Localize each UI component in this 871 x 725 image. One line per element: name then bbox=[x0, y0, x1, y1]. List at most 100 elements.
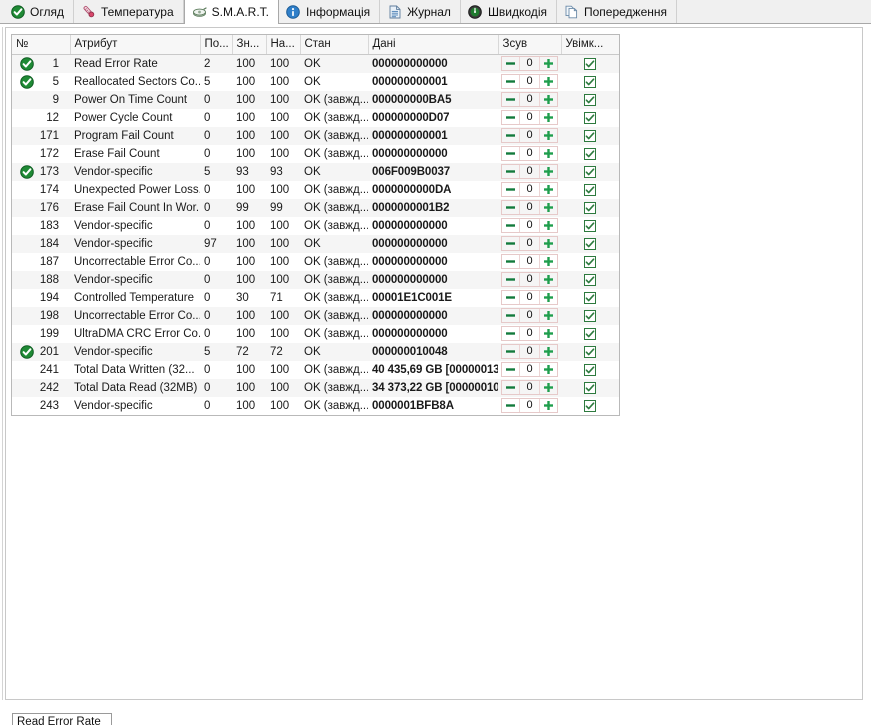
cell-enabled[interactable] bbox=[561, 162, 619, 181]
column-header-attr[interactable]: Атрибут bbox=[70, 35, 201, 55]
enabled-checkbox[interactable] bbox=[584, 291, 596, 304]
offset-increment-button[interactable] bbox=[540, 201, 557, 214]
offset-increment-button[interactable] bbox=[540, 327, 557, 340]
cell-offset[interactable]: 0 bbox=[498, 73, 561, 91]
offset-increment-button[interactable] bbox=[540, 93, 557, 106]
table-row[interactable]: 187 Uncorrectable Error Co... 0 100 100 OK (з… bbox=[12, 253, 619, 271]
cell-offset[interactable]: 0 bbox=[498, 234, 561, 253]
cell-offset[interactable]: 0 bbox=[498, 109, 561, 127]
offset-decrement-button[interactable] bbox=[502, 57, 519, 70]
enabled-checkbox[interactable] bbox=[584, 93, 596, 106]
column-header-num[interactable]: № bbox=[12, 35, 71, 55]
enabled-checkbox[interactable] bbox=[584, 399, 596, 412]
cell-offset[interactable]: 0 bbox=[498, 342, 561, 361]
table-row[interactable]: 12 Power Cycle Count 0 100 100 OK (завжд... 00… bbox=[12, 109, 619, 127]
offset-decrement-button[interactable] bbox=[502, 147, 519, 160]
offset-decrement-button[interactable] bbox=[502, 273, 519, 286]
cell-enabled[interactable] bbox=[561, 397, 619, 415]
table-row[interactable]: 183 Vendor-specific 0 100 100 OK (завжд... 000… bbox=[12, 217, 619, 235]
cell-offset[interactable]: 0 bbox=[498, 306, 561, 325]
tab-s-m-a-r-t[interactable]: S.M.A.R.T. bbox=[183, 0, 279, 24]
table-row[interactable]: 176 Erase Fail Count In Wor... 0 99 99 OK (за… bbox=[12, 198, 619, 217]
offset-decrement-button[interactable] bbox=[502, 363, 519, 376]
cell-enabled[interactable] bbox=[561, 342, 619, 361]
offset-decrement-button[interactable] bbox=[502, 75, 519, 88]
enabled-checkbox[interactable] bbox=[584, 327, 596, 340]
enabled-checkbox[interactable] bbox=[584, 201, 596, 214]
column-header-stan[interactable]: Стан bbox=[300, 35, 369, 55]
offset-increment-button[interactable] bbox=[540, 255, 557, 268]
offset-increment-button[interactable] bbox=[540, 309, 557, 322]
table-row[interactable]: 241 Total Data Written (32... 0 100 100 OK (з… bbox=[12, 361, 619, 379]
offset-decrement-button[interactable] bbox=[502, 129, 519, 142]
cell-enabled[interactable] bbox=[561, 378, 619, 397]
tab-журнал[interactable]: Журнал bbox=[380, 0, 461, 23]
offset-decrement-button[interactable] bbox=[502, 111, 519, 124]
offset-increment-button[interactable] bbox=[540, 237, 557, 250]
enabled-checkbox[interactable] bbox=[584, 183, 596, 196]
cell-enabled[interactable] bbox=[561, 306, 619, 325]
offset-increment-button[interactable] bbox=[540, 111, 557, 124]
column-header-po[interactable]: По... bbox=[200, 35, 233, 55]
table-row[interactable]: 242 Total Data Read (32MB) 0 100 100 OK (завж… bbox=[12, 378, 619, 397]
enabled-checkbox[interactable] bbox=[584, 273, 596, 286]
cell-enabled[interactable] bbox=[561, 126, 619, 145]
cell-offset[interactable]: 0 bbox=[498, 126, 561, 145]
cell-offset[interactable]: 0 bbox=[498, 289, 561, 307]
table-row[interactable]: 188 Vendor-specific 0 100 100 OK (завжд... 000… bbox=[12, 270, 619, 289]
enabled-checkbox[interactable] bbox=[584, 111, 596, 124]
offset-increment-button[interactable] bbox=[540, 57, 557, 70]
offset-increment-button[interactable] bbox=[540, 291, 557, 304]
offset-decrement-button[interactable] bbox=[502, 219, 519, 232]
offset-decrement-button[interactable] bbox=[502, 381, 519, 394]
column-header-zsuv[interactable]: Зсув bbox=[498, 35, 562, 55]
tab-температура[interactable]: Температура bbox=[73, 0, 184, 23]
offset-increment-button[interactable] bbox=[540, 273, 557, 286]
offset-increment-button[interactable] bbox=[540, 381, 557, 394]
cell-enabled[interactable] bbox=[561, 217, 619, 235]
enabled-checkbox[interactable] bbox=[584, 309, 596, 322]
offset-decrement-button[interactable] bbox=[502, 165, 519, 178]
tab-огляд[interactable]: Огляд bbox=[3, 0, 74, 23]
cell-enabled[interactable] bbox=[561, 361, 619, 379]
cell-enabled[interactable] bbox=[561, 181, 619, 199]
offset-increment-button[interactable] bbox=[540, 183, 557, 196]
table-row[interactable]: 243 Vendor-specific 0 100 100 OK (завжд... 000… bbox=[12, 397, 619, 415]
offset-decrement-button[interactable] bbox=[502, 255, 519, 268]
table-row[interactable]: 1 Read Error Rate 2 100 100 OK 000000000000 0 bbox=[12, 54, 619, 73]
table-row[interactable]: 172 Erase Fail Count 0 100 100 OK (завжд... 00… bbox=[12, 145, 619, 163]
offset-decrement-button[interactable] bbox=[502, 237, 519, 250]
cell-enabled[interactable] bbox=[561, 234, 619, 253]
table-row[interactable]: 173 Vendor-specific 5 93 93 OK 006F009B0037 0 bbox=[12, 162, 619, 181]
table-row[interactable]: 174 Unexpected Power Loss... 0 100 100 OK (за… bbox=[12, 181, 619, 199]
tab-інформація[interactable]: Інформація bbox=[278, 0, 381, 23]
cell-enabled[interactable] bbox=[561, 73, 619, 91]
offset-decrement-button[interactable] bbox=[502, 399, 519, 412]
cell-offset[interactable]: 0 bbox=[498, 361, 561, 379]
tab-швидкодія[interactable]: Швидкодія bbox=[460, 0, 557, 23]
cell-enabled[interactable] bbox=[561, 325, 619, 343]
table-row[interactable]: 184 Vendor-specific 97 100 100 OK 000000000000… bbox=[12, 234, 619, 253]
enabled-checkbox[interactable] bbox=[584, 345, 596, 358]
tab-попередження[interactable]: Попередження bbox=[556, 0, 677, 23]
cell-offset[interactable]: 0 bbox=[498, 54, 561, 73]
offset-increment-button[interactable] bbox=[540, 147, 557, 160]
offset-decrement-button[interactable] bbox=[502, 309, 519, 322]
cell-enabled[interactable] bbox=[561, 289, 619, 307]
offset-increment-button[interactable] bbox=[540, 399, 557, 412]
column-header-uvim[interactable]: Увімк... bbox=[561, 35, 619, 55]
table-row[interactable]: 198 Uncorrectable Error Co... 0 100 100 OK (з… bbox=[12, 306, 619, 325]
enabled-checkbox[interactable] bbox=[584, 237, 596, 250]
cell-offset[interactable]: 0 bbox=[498, 198, 561, 217]
table-row[interactable]: 5 Reallocated Sectors Co... 5 100 100 OK 00000… bbox=[12, 73, 619, 91]
offset-decrement-button[interactable] bbox=[502, 291, 519, 304]
cell-enabled[interactable] bbox=[561, 109, 619, 127]
cell-enabled[interactable] bbox=[561, 198, 619, 217]
cell-enabled[interactable] bbox=[561, 90, 619, 109]
offset-increment-button[interactable] bbox=[540, 165, 557, 178]
table-row[interactable]: 194 Controlled Temperature 0 30 71 OK (завжд.… bbox=[12, 289, 619, 307]
enabled-checkbox[interactable] bbox=[584, 255, 596, 268]
offset-decrement-button[interactable] bbox=[502, 93, 519, 106]
offset-increment-button[interactable] bbox=[540, 129, 557, 142]
cell-offset[interactable]: 0 bbox=[498, 325, 561, 343]
